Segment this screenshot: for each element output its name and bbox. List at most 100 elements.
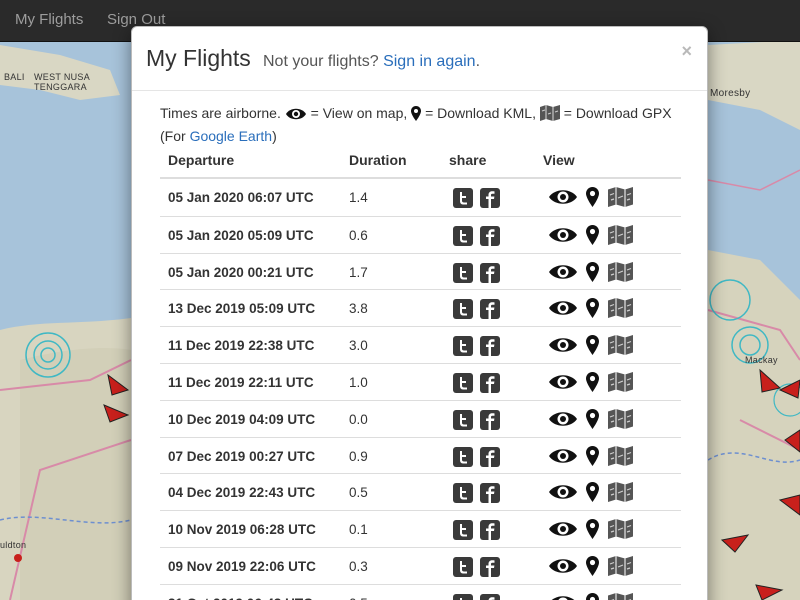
twitter-icon[interactable] bbox=[453, 446, 473, 472]
map-marker-icon[interactable] bbox=[586, 335, 600, 360]
duration-cell: 3.8 bbox=[349, 301, 368, 317]
map-icon[interactable] bbox=[607, 482, 633, 507]
map-marker-icon[interactable] bbox=[586, 555, 600, 581]
share-cell bbox=[453, 556, 501, 582]
eye-icon[interactable] bbox=[548, 225, 578, 250]
duration-cell: 0.6 bbox=[349, 227, 368, 243]
intro-for: (For bbox=[160, 128, 186, 144]
map-icon[interactable] bbox=[607, 298, 633, 323]
map-marker-icon[interactable] bbox=[586, 482, 600, 507]
map-marker-icon[interactable] bbox=[586, 519, 600, 544]
share-cell bbox=[453, 520, 501, 545]
map-icon[interactable] bbox=[607, 335, 633, 360]
facebook-icon[interactable] bbox=[480, 372, 501, 398]
eye-icon[interactable] bbox=[548, 187, 578, 212]
twitter-icon[interactable] bbox=[453, 299, 473, 324]
sign-in-again-link[interactable]: Sign in again bbox=[383, 53, 476, 70]
table-row: 31 Oct 2019 06:43 UTC 0.5 bbox=[160, 583, 681, 600]
col-departure: Departure bbox=[168, 152, 235, 168]
map-icon[interactable] bbox=[607, 592, 633, 600]
col-view: View bbox=[543, 152, 575, 168]
eye-icon[interactable] bbox=[548, 262, 578, 287]
subtitle-prefix: Not your flights? bbox=[263, 53, 379, 70]
modal-subtitle: Not your flights? Sign in again. bbox=[263, 53, 480, 71]
duration-cell: 1.4 bbox=[349, 190, 368, 205]
eye-icon[interactable] bbox=[548, 298, 578, 323]
intro-text: Times are airborne. = View on map, = Dow… bbox=[160, 103, 690, 146]
twitter-icon[interactable] bbox=[453, 336, 473, 361]
twitter-icon[interactable] bbox=[453, 372, 473, 398]
map-icon[interactable] bbox=[607, 445, 633, 471]
intro-download-gpx: = Download GPX bbox=[563, 105, 672, 121]
table-row: 07 Dec 2019 00:27 UTC 0.9 bbox=[160, 436, 681, 474]
departure-cell: 10 Dec 2019 04:09 UTC bbox=[168, 411, 316, 427]
facebook-icon[interactable] bbox=[480, 336, 501, 361]
google-earth-link[interactable]: Google Earth bbox=[190, 128, 273, 144]
eye-icon[interactable] bbox=[548, 409, 578, 434]
col-duration: Duration bbox=[349, 152, 407, 168]
intro-download-kml: = Download KML, bbox=[425, 105, 536, 121]
eye-icon[interactable] bbox=[548, 482, 578, 507]
departure-cell: 13 Dec 2019 05:09 UTC bbox=[168, 301, 316, 317]
twitter-icon[interactable] bbox=[453, 225, 473, 251]
close-button[interactable]: × bbox=[681, 41, 692, 62]
map-icon[interactable] bbox=[607, 519, 633, 544]
facebook-icon[interactable] bbox=[480, 556, 501, 582]
twitter-icon[interactable] bbox=[453, 556, 473, 582]
map-marker-icon[interactable] bbox=[586, 261, 600, 287]
facebook-icon[interactable] bbox=[480, 446, 501, 472]
subtitle-suffix: . bbox=[475, 53, 481, 70]
map-icon[interactable] bbox=[607, 187, 633, 212]
table-row: 11 Dec 2019 22:38 UTC 3.0 bbox=[160, 326, 681, 363]
departure-cell: 31 Oct 2019 06:43 UTC bbox=[168, 596, 313, 600]
map-icon[interactable] bbox=[607, 224, 633, 250]
twitter-icon[interactable] bbox=[453, 409, 473, 435]
eye-icon[interactable] bbox=[548, 519, 578, 544]
map-marker-icon[interactable] bbox=[586, 298, 600, 323]
map-icon[interactable] bbox=[607, 371, 633, 397]
map-marker-icon[interactable] bbox=[586, 187, 600, 212]
modal-title: My Flights bbox=[146, 45, 251, 71]
map-icon[interactable] bbox=[607, 555, 633, 581]
twitter-icon[interactable] bbox=[453, 520, 473, 545]
view-cell bbox=[548, 408, 633, 434]
map-label-mackay: Mackay bbox=[745, 355, 778, 365]
map-marker-icon[interactable] bbox=[586, 371, 600, 397]
flights-table: Departure Duration share View 05 Jan 202… bbox=[160, 147, 681, 600]
map-label-uldton: uldton bbox=[0, 540, 27, 550]
facebook-icon[interactable] bbox=[480, 188, 501, 213]
eye-icon[interactable] bbox=[548, 556, 578, 581]
twitter-icon[interactable] bbox=[453, 483, 473, 508]
eye-icon[interactable] bbox=[548, 593, 578, 600]
twitter-icon[interactable] bbox=[453, 188, 473, 213]
map-marker-icon[interactable] bbox=[586, 408, 600, 434]
duration-cell: 0.5 bbox=[349, 596, 368, 600]
facebook-icon[interactable] bbox=[480, 409, 501, 435]
map-label-west-nusa: WEST NUSA TENGGARA bbox=[34, 72, 91, 92]
eye-icon bbox=[285, 106, 307, 126]
nav-my-flights-link[interactable]: My Flights bbox=[15, 11, 83, 28]
eye-icon[interactable] bbox=[548, 446, 578, 471]
facebook-icon[interactable] bbox=[480, 593, 501, 600]
my-flights-modal: My Flights Not your flights? Sign in aga… bbox=[131, 26, 708, 600]
facebook-icon[interactable] bbox=[480, 299, 501, 324]
map-icon[interactable] bbox=[607, 261, 633, 287]
view-cell bbox=[548, 187, 633, 212]
col-share: share bbox=[449, 152, 487, 168]
twitter-icon[interactable] bbox=[453, 593, 473, 600]
eye-icon[interactable] bbox=[548, 335, 578, 360]
map-marker-icon[interactable] bbox=[586, 224, 600, 250]
facebook-icon[interactable] bbox=[480, 262, 501, 288]
share-cell bbox=[453, 446, 501, 472]
table-row: 05 Jan 2020 00:21 UTC 1.7 bbox=[160, 252, 681, 290]
map-icon[interactable] bbox=[607, 408, 633, 434]
view-cell bbox=[548, 482, 633, 507]
facebook-icon[interactable] bbox=[480, 225, 501, 251]
facebook-icon[interactable] bbox=[480, 483, 501, 508]
twitter-icon[interactable] bbox=[453, 262, 473, 288]
map-marker-icon[interactable] bbox=[586, 592, 600, 600]
view-cell bbox=[548, 224, 633, 250]
facebook-icon[interactable] bbox=[480, 520, 501, 545]
map-marker-icon[interactable] bbox=[586, 445, 600, 471]
eye-icon[interactable] bbox=[548, 372, 578, 397]
